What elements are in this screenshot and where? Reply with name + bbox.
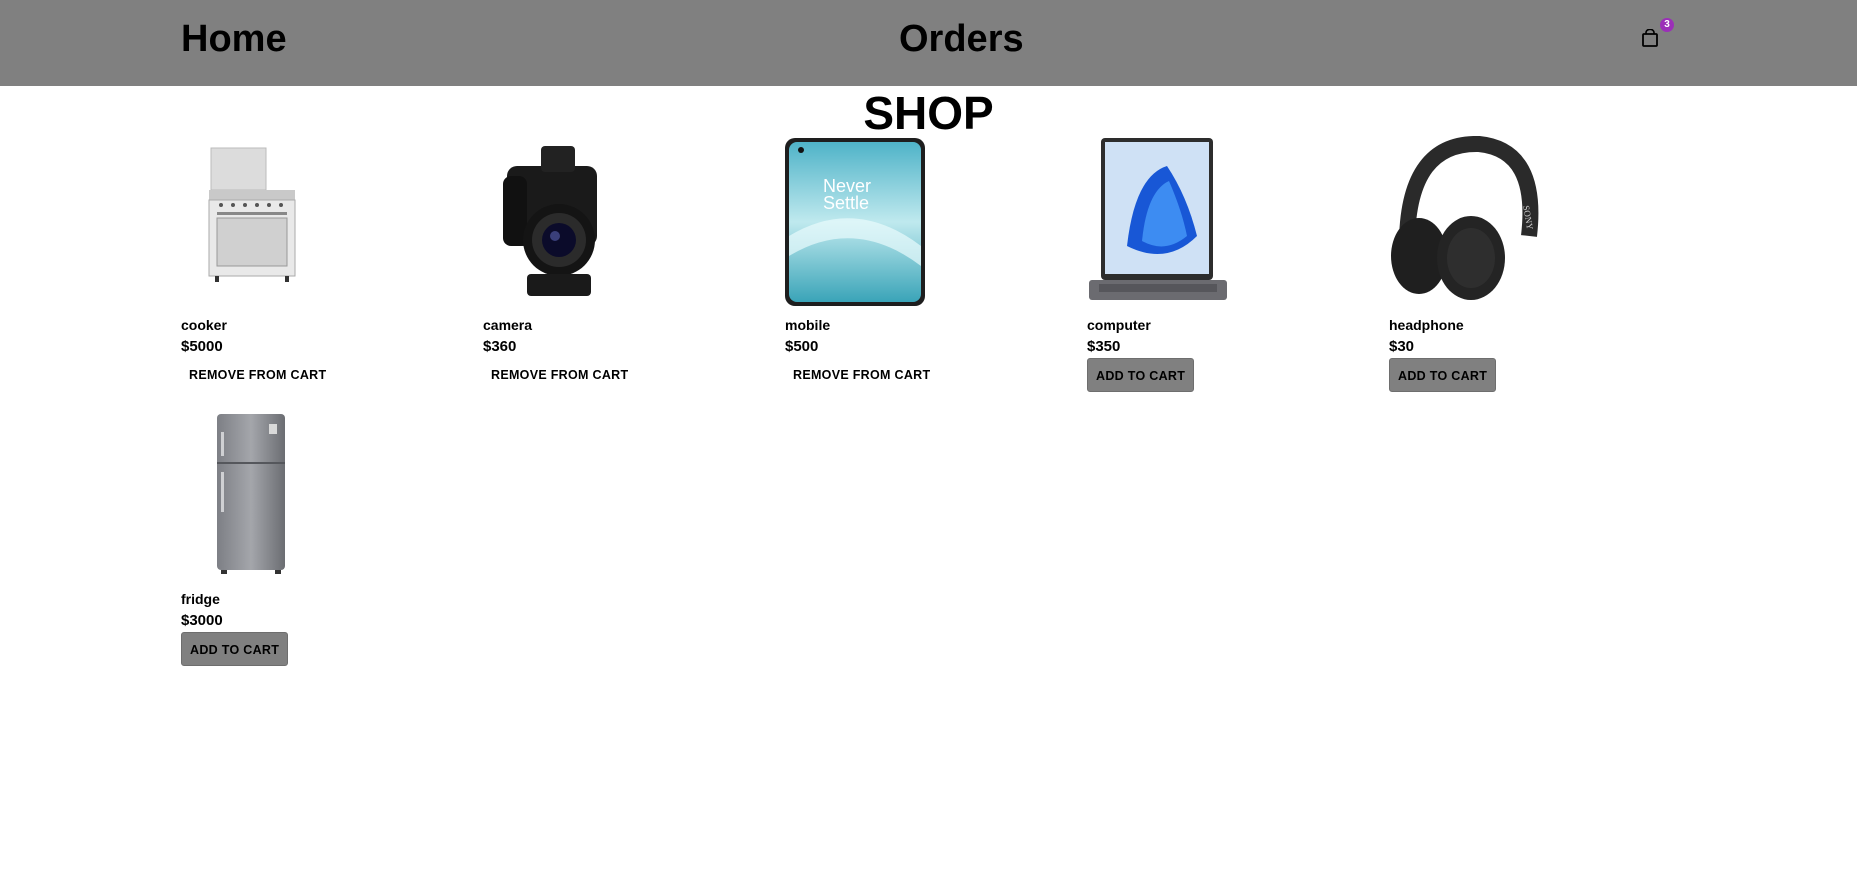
product-image	[181, 410, 331, 580]
product-name: mobile	[785, 317, 831, 333]
product-name: camera	[483, 317, 533, 333]
product-image: Never Settle	[785, 136, 935, 306]
remove-from-cart-button[interactable]: REMOVE FROM CART	[181, 358, 334, 392]
camera-image	[503, 146, 597, 296]
product-card: SONY headphone $30 ADD TO CART	[1389, 136, 1609, 392]
fridge-image	[217, 414, 285, 574]
headphone-image: SONY	[1391, 136, 1539, 300]
product-price: $500	[785, 338, 819, 355]
add-to-cart-button[interactable]: ADD TO CART	[1087, 358, 1195, 392]
product-card: camera $360 REMOVE FROM CART	[483, 136, 703, 382]
product-name: computer	[1087, 317, 1151, 333]
remove-from-cart-button[interactable]: REMOVE FROM CART	[785, 358, 938, 392]
product-image: SONY	[1389, 136, 1539, 306]
product-image	[1087, 136, 1237, 306]
product-price: $360	[483, 338, 517, 355]
product-price: $30	[1389, 338, 1415, 355]
product-name: headphone	[1389, 317, 1464, 333]
product-price: $3000	[181, 612, 223, 629]
cooker-image	[208, 147, 296, 282]
product-card: fridge $3000 ADD TO CART	[181, 410, 401, 666]
computer-image	[1089, 138, 1227, 300]
product-name: fridge	[181, 591, 220, 607]
nav-home-link[interactable]: Home	[181, 17, 287, 61]
page-title: SHOP	[863, 87, 994, 139]
product-card: Never Settle mobile $500 REMOVE FROM CAR…	[785, 136, 1005, 382]
navbar: Home Orders 3	[0, 0, 1857, 86]
add-to-cart-button[interactable]: ADD TO CART	[1389, 358, 1497, 392]
add-to-cart-button[interactable]: ADD TO CART	[181, 632, 289, 666]
product-image	[181, 136, 331, 306]
product-price: $350	[1087, 338, 1121, 355]
product-price: $5000	[181, 338, 223, 355]
nav-orders-link[interactable]: Orders	[899, 17, 1024, 61]
shopping-bag-icon	[1642, 29, 1658, 47]
product-name: cooker	[181, 317, 227, 333]
product-card: computer $350 ADD TO CART	[1087, 136, 1307, 392]
mobile-image: Never Settle	[785, 138, 925, 306]
cart-count-badge: 3	[1660, 18, 1674, 32]
product-image	[483, 136, 633, 306]
screen-text-settle: Settle	[823, 193, 869, 213]
cart-button[interactable]: 3	[1642, 18, 1674, 51]
product-card: cooker $5000 REMOVE FROM CART	[181, 136, 401, 382]
remove-from-cart-button[interactable]: REMOVE FROM CART	[483, 358, 636, 392]
